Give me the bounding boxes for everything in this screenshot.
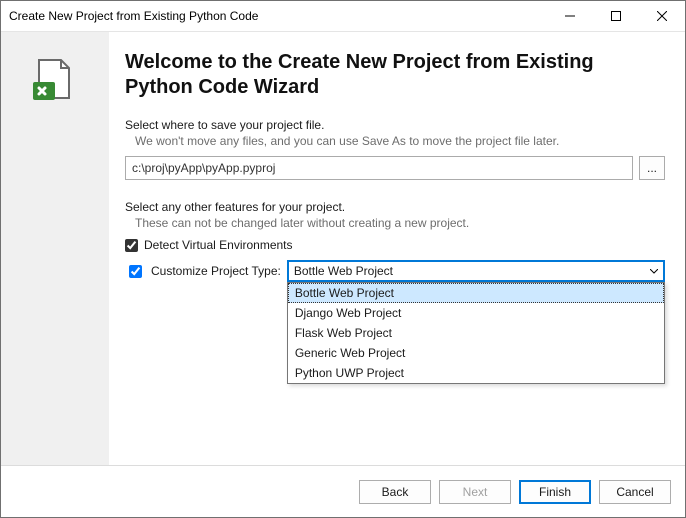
- window-title: Create New Project from Existing Python …: [1, 9, 547, 23]
- minimize-button[interactable]: [547, 1, 593, 32]
- maximize-icon: [611, 11, 621, 21]
- customize-type-label: Customize Project Type:: [151, 264, 281, 278]
- dropdown-option[interactable]: Django Web Project: [288, 303, 664, 323]
- dropdown-option[interactable]: Flask Web Project: [288, 323, 664, 343]
- dropdown-option[interactable]: Bottle Web Project: [288, 283, 664, 303]
- close-icon: [657, 11, 667, 21]
- features-hint: These can not be changed later without c…: [125, 216, 665, 230]
- wizard-window: Create New Project from Existing Python …: [0, 0, 686, 518]
- next-button: Next: [439, 480, 511, 504]
- project-type-dropdown[interactable]: Bottle Web Project Django Web Project Fl…: [287, 282, 665, 384]
- project-path-input[interactable]: [125, 156, 633, 180]
- chevron-down-icon: [650, 264, 658, 278]
- browse-button[interactable]: ...: [639, 156, 665, 180]
- wizard-content: Welcome to the Create New Project from E…: [109, 32, 685, 465]
- minimize-icon: [565, 11, 575, 21]
- path-row: ...: [125, 156, 665, 180]
- python-project-icon: [31, 54, 79, 102]
- project-type-combo-wrap: Bottle Web Project Bottle Web Project Dj…: [287, 260, 665, 282]
- close-button[interactable]: [639, 1, 685, 32]
- customize-type-row: Customize Project Type: Bottle Web Proje…: [125, 260, 665, 282]
- detect-venv-checkbox[interactable]: [125, 239, 138, 252]
- page-title: Welcome to the Create New Project from E…: [125, 50, 665, 100]
- project-type-combo[interactable]: Bottle Web Project: [287, 260, 665, 282]
- detect-venv-row: Detect Virtual Environments: [125, 238, 665, 252]
- dropdown-option[interactable]: Python UWP Project: [288, 363, 664, 383]
- wizard-body: Welcome to the Create New Project from E…: [1, 32, 685, 465]
- customize-type-checkbox[interactable]: [129, 265, 142, 278]
- maximize-button[interactable]: [593, 1, 639, 32]
- wizard-sidebar: [1, 32, 109, 465]
- features-label: Select any other features for your proje…: [125, 200, 665, 214]
- project-type-selected: Bottle Web Project: [294, 264, 393, 278]
- save-location-label: Select where to save your project file.: [125, 118, 665, 132]
- save-location-hint: We won't move any files, and you can use…: [125, 134, 665, 148]
- titlebar: Create New Project from Existing Python …: [1, 1, 685, 32]
- detect-venv-label: Detect Virtual Environments: [144, 238, 293, 252]
- dropdown-option[interactable]: Generic Web Project: [288, 343, 664, 363]
- back-button[interactable]: Back: [359, 480, 431, 504]
- wizard-footer: Back Next Finish Cancel: [1, 465, 685, 517]
- finish-button[interactable]: Finish: [519, 480, 591, 504]
- cancel-button[interactable]: Cancel: [599, 480, 671, 504]
